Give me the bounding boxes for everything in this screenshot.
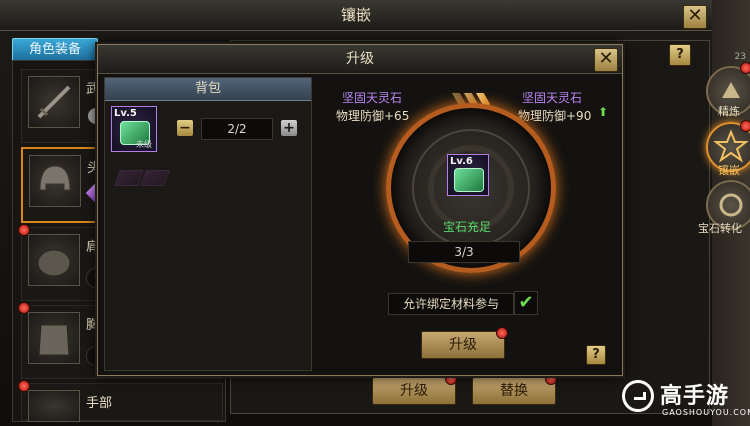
increase-arrow-icon: ⬆ — [598, 105, 609, 119]
close-window-button[interactable]: ✕ — [683, 5, 707, 29]
from-stone-name: 坚固天灵石 — [342, 91, 403, 105]
material-count: 3/3 — [408, 241, 520, 263]
watermark-url: GAOSHOUYOU.COM — [662, 408, 750, 417]
watermark-title: 高手游 — [660, 384, 730, 409]
allow-bound-checkbox[interactable]: ✔ — [514, 291, 538, 315]
quantity-minus-button[interactable]: − — [177, 120, 193, 136]
equip-slot-hands[interactable]: 手部 — [18, 380, 223, 422]
tab-inlay-label: 镶嵌 — [718, 164, 740, 177]
gem-sufficient-status: 宝石充足 — [442, 220, 491, 234]
upgrade-button[interactable]: 升级 — [372, 377, 456, 405]
replace-button[interactable]: 替换 — [472, 377, 556, 405]
bag-header: 背包 — [105, 78, 311, 101]
watermark: 高手游 GAOSHOUYOU.COM — [622, 376, 750, 426]
tab-gem-convert-label: 宝石转化 — [698, 222, 742, 235]
notification-dot — [740, 62, 750, 74]
empty-gem-slot-icon — [140, 170, 170, 186]
bag-panel: 背包 Lv.5 未级 − 2/2 + — [104, 77, 312, 371]
target-gem[interactable]: Lv.6 — [447, 154, 489, 196]
item-status: 未级 — [136, 140, 152, 149]
upgrade-dialog: 升级 ✕ 背包 Lv.5 未级 − 2/2 + 坚固天灵石 物理防御+65 坚固… — [97, 44, 623, 376]
help-icon[interactable]: ? — [586, 345, 606, 365]
green-gem-icon — [454, 168, 484, 192]
allow-bound-label: 允许绑定材料参与 — [388, 293, 514, 315]
close-dialog-button[interactable]: ✕ — [594, 48, 618, 72]
help-icon[interactable]: ? — [669, 44, 691, 66]
helmet-icon — [29, 155, 81, 207]
notification-dot — [496, 327, 508, 339]
bag-item-gem[interactable]: Lv.5 未级 — [111, 106, 157, 152]
chest-armor-icon — [28, 312, 80, 364]
shoulder-icon — [28, 234, 80, 286]
quantity-plus-button[interactable]: + — [281, 120, 297, 136]
item-level: Lv.5 — [114, 108, 137, 119]
sword-icon — [28, 76, 80, 128]
brand-logo-icon — [622, 380, 654, 412]
tab-role-equipment[interactable]: 角色装备 — [12, 38, 98, 62]
dialog-upgrade-button[interactable]: 升级 — [421, 331, 505, 359]
target-gem-level: Lv.6 — [450, 156, 473, 167]
window-title: 镶嵌 — [0, 0, 712, 31]
tab-refine-label: 精炼 — [718, 105, 740, 118]
dialog-title: 升级 — [98, 45, 622, 74]
gauntlet-icon — [28, 390, 80, 422]
quantity-display[interactable]: 2/2 — [201, 118, 273, 140]
equip-slot-label: 手部 — [86, 396, 113, 411]
notification-dot — [740, 120, 750, 132]
to-stone-name: 坚固天灵石 — [522, 91, 583, 105]
empty-gem-slot-icon — [114, 170, 144, 186]
inlay-window: 镶嵌 ✕ 23 角色装备 武 头 肩 胸 手部 升级 替换 ? 精炼 镶嵌 宝石… — [0, 0, 750, 426]
